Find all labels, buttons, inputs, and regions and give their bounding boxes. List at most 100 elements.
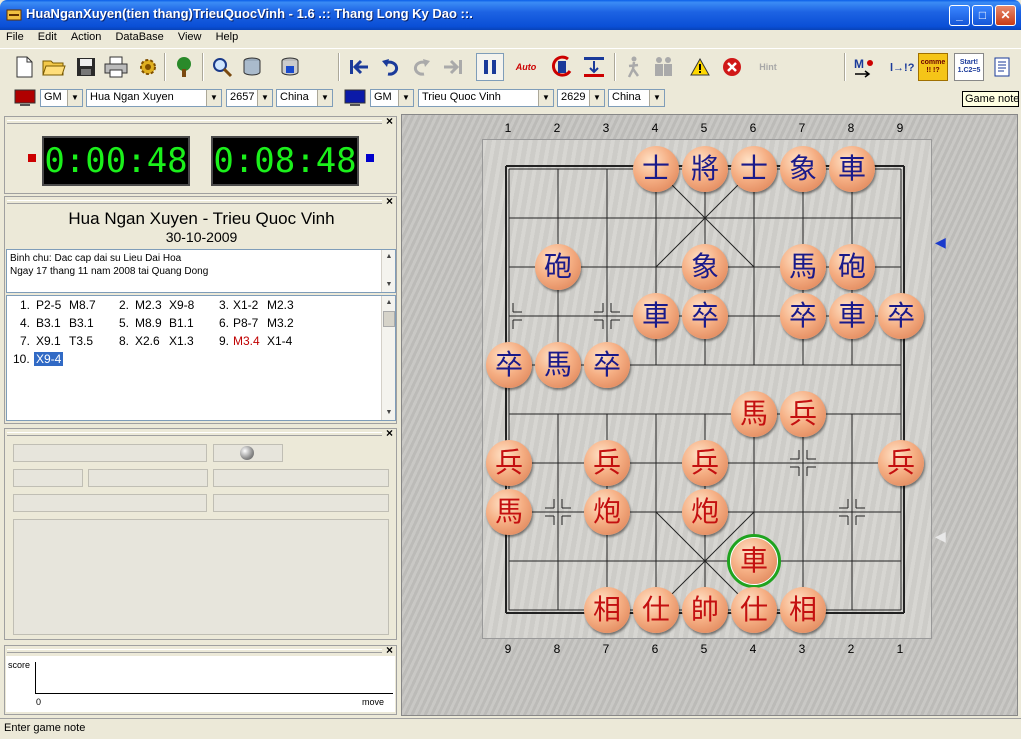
close-icon[interactable]: × <box>386 426 393 440</box>
settings-gear-icon[interactable] <box>134 53 162 81</box>
minimize-button[interactable]: _ <box>949 5 970 26</box>
board-setup-icon[interactable] <box>580 53 608 81</box>
scroll-down-icon[interactable]: ▼ <box>382 278 396 292</box>
move[interactable]: M2.3 <box>267 298 294 312</box>
move[interactable]: X1-2 <box>233 298 258 312</box>
red-piece[interactable]: 仕 <box>731 587 777 633</box>
black-title-select[interactable]: GM ▼ <box>370 89 414 107</box>
game-comment-box[interactable]: Binh chu: Dac cap dai su Lieu Dai Hoa Ng… <box>6 249 396 293</box>
current-move[interactable]: X9-4 <box>34 352 64 366</box>
black-piece[interactable]: 象 <box>780 146 826 192</box>
black-piece[interactable]: 砲 <box>829 244 875 290</box>
scroll-up-icon[interactable]: ▲ <box>382 296 396 310</box>
red-piece[interactable]: 兵 <box>486 440 532 486</box>
black-piece[interactable]: 象 <box>682 244 728 290</box>
red-country-select[interactable]: China ▼ <box>276 89 333 107</box>
pane-grip[interactable] <box>7 432 382 436</box>
menu-edit[interactable]: Edit <box>32 30 62 43</box>
close-icon[interactable]: × <box>386 643 393 657</box>
close-icon[interactable]: × <box>386 114 393 128</box>
red-piece[interactable]: 兵 <box>682 440 728 486</box>
red-rating-select[interactable]: 2657 ▼ <box>226 89 273 107</box>
mark-move-icon[interactable]: M <box>850 53 878 81</box>
auto-play-button[interactable]: Auto <box>512 53 540 81</box>
move[interactable]: X9.1 <box>36 334 61 348</box>
red-title-select[interactable]: GM ▼ <box>40 89 83 107</box>
move[interactable]: P2-5 <box>36 298 61 312</box>
search-icon[interactable] <box>208 53 236 81</box>
black-piece[interactable]: 卒 <box>682 293 728 339</box>
black-piece[interactable]: 士 <box>633 146 679 192</box>
menu-action[interactable]: Action <box>65 30 107 43</box>
move[interactable]: X2.6 <box>135 334 160 348</box>
scroll-up-icon[interactable]: ▲ <box>382 250 396 264</box>
open-folder-icon[interactable] <box>40 53 68 81</box>
pane-grip[interactable] <box>7 200 382 204</box>
menu-view[interactable]: View <box>172 30 207 43</box>
pane-grip[interactable] <box>7 120 382 124</box>
move[interactable]: P8-7 <box>233 316 258 330</box>
red-piece[interactable]: 帥 <box>682 587 728 633</box>
maximize-button[interactable]: □ <box>972 5 993 26</box>
redo-icon[interactable] <box>407 53 435 81</box>
red-piece[interactable]: 馬 <box>486 489 532 535</box>
menu-file[interactable]: File <box>0 30 29 43</box>
black-piece[interactable]: 馬 <box>780 244 826 290</box>
game-note-icon[interactable] <box>988 53 1016 81</box>
move[interactable]: B1.1 <box>169 316 194 330</box>
black-player-select[interactable]: Trieu Quoc Vinh ▼ <box>418 89 554 107</box>
comment-scrollbar[interactable]: ▲ ▼ <box>381 250 395 292</box>
menu-help[interactable]: Help <box>210 30 244 43</box>
move[interactable]: M8.7 <box>69 298 96 312</box>
undo-icon[interactable] <box>377 53 405 81</box>
black-piece[interactable]: 馬 <box>535 342 581 388</box>
red-piece[interactable]: 炮 <box>682 489 728 535</box>
red-piece[interactable]: 相 <box>780 587 826 633</box>
hint-button[interactable]: Hint <box>752 53 784 81</box>
black-piece[interactable]: 車 <box>633 293 679 339</box>
move[interactable]: M3.2 <box>267 316 294 330</box>
new-file-icon[interactable] <box>10 53 38 81</box>
black-piece[interactable]: 卒 <box>584 342 630 388</box>
black-piece[interactable]: 卒 <box>486 342 532 388</box>
red-piece[interactable]: 兵 <box>584 440 630 486</box>
database-save-icon[interactable] <box>276 53 304 81</box>
red-piece[interactable]: 車 <box>727 534 781 588</box>
red-player-select[interactable]: Hua Ngan Xuyen ▼ <box>86 89 222 107</box>
move[interactable]: M2.3 <box>135 298 162 312</box>
black-country-select[interactable]: China ▼ <box>608 89 665 107</box>
black-piece[interactable]: 車 <box>829 293 875 339</box>
black-piece[interactable]: 砲 <box>535 244 581 290</box>
move[interactable]: X1.3 <box>169 334 194 348</box>
black-piece[interactable]: 卒 <box>780 293 826 339</box>
walk-figure-icon[interactable] <box>620 53 648 81</box>
move[interactable]: B3.1 <box>36 316 61 330</box>
move[interactable]: M8.9 <box>135 316 162 330</box>
warning-icon[interactable] <box>686 53 714 81</box>
red-piece[interactable]: 兵 <box>878 440 924 486</box>
stop-icon[interactable] <box>718 53 746 81</box>
red-piece[interactable]: 仕 <box>633 587 679 633</box>
scroll-thumb[interactable] <box>383 311 395 327</box>
red-piece[interactable]: 相 <box>584 587 630 633</box>
group-figure-icon[interactable] <box>650 53 678 81</box>
save-icon[interactable] <box>72 53 100 81</box>
red-piece[interactable]: 兵 <box>780 391 826 437</box>
tree-icon[interactable] <box>170 53 198 81</box>
comment-button[interactable]: comme !! !? <box>918 53 948 81</box>
start-position-button[interactable]: Start! 1.C2=5 <box>954 53 984 81</box>
pause-icon[interactable] <box>476 53 504 81</box>
last-move-icon[interactable] <box>439 53 467 81</box>
red-piece[interactable]: 炮 <box>584 489 630 535</box>
move[interactable]: X1-4 <box>267 334 292 348</box>
black-piece[interactable]: 士 <box>731 146 777 192</box>
move[interactable]: T3.5 <box>69 334 93 348</box>
move-list-scrollbar[interactable]: ▲ ▼ <box>381 296 395 420</box>
xiangqi-board[interactable]: 士將士象車砲象馬砲車卒卒車卒卒馬卒馬兵兵兵兵兵馬炮炮車相仕帥仕相 <box>482 139 932 639</box>
database-icon[interactable] <box>238 53 266 81</box>
flip-board-icon[interactable] <box>548 53 576 81</box>
red-piece[interactable]: 馬 <box>731 391 777 437</box>
scroll-down-icon[interactable]: ▼ <box>382 406 396 420</box>
move[interactable]: B3.1 <box>69 316 94 330</box>
close-button[interactable]: ✕ <box>995 5 1016 26</box>
